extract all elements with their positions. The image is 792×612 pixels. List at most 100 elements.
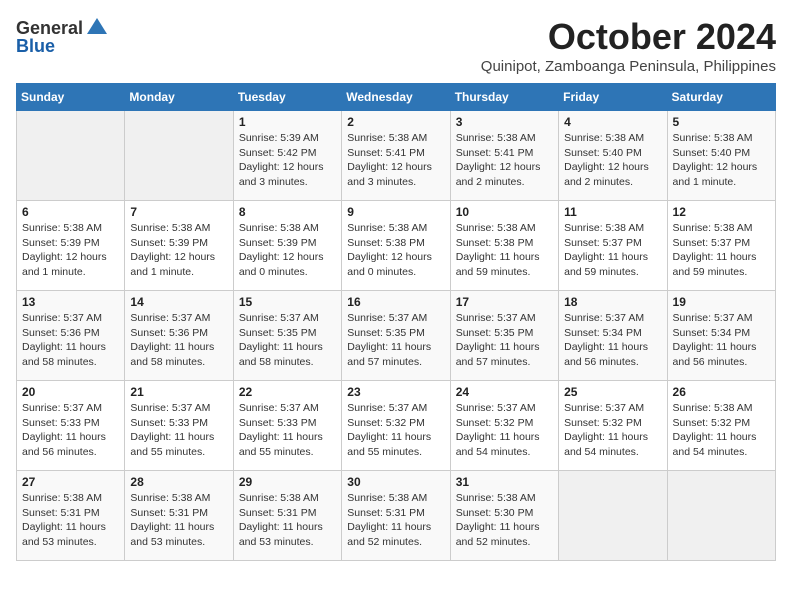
day-number: 2	[347, 115, 444, 129]
calendar-header-row: SundayMondayTuesdayWednesdayThursdayFrid…	[17, 84, 776, 111]
day-detail: Sunrise: 5:38 AMSunset: 5:39 PMDaylight:…	[130, 221, 227, 280]
day-detail: Sunrise: 5:37 AMSunset: 5:35 PMDaylight:…	[456, 311, 553, 370]
day-detail: Sunrise: 5:38 AMSunset: 5:32 PMDaylight:…	[673, 401, 770, 460]
calendar-cell: 3Sunrise: 5:38 AMSunset: 5:41 PMDaylight…	[450, 111, 558, 201]
day-detail: Sunrise: 5:37 AMSunset: 5:34 PMDaylight:…	[564, 311, 661, 370]
calendar-cell: 6 Sunrise: 5:38 AMSunset: 5:39 PMDaylight…	[17, 201, 125, 291]
day-number: 23	[347, 385, 444, 399]
calendar-day-header: Tuesday	[233, 84, 341, 111]
day-number: 16	[347, 295, 444, 309]
calendar-day-header: Saturday	[667, 84, 775, 111]
day-detail: Sunrise: 5:38 AMSunset: 5:37 PMDaylight:…	[564, 221, 661, 280]
page-header: General Blue October 2024 Quinipot, Zamb…	[16, 16, 776, 75]
calendar-cell: 17 Sunrise: 5:37 AMSunset: 5:35 PMDayligh…	[450, 291, 558, 381]
calendar-cell: 31Sunrise: 5:38 AMSunset: 5:30 PMDayligh…	[450, 471, 558, 561]
calendar-cell: 7 Sunrise: 5:38 AMSunset: 5:39 PMDaylight…	[125, 201, 233, 291]
calendar-day-header: Wednesday	[342, 84, 450, 111]
calendar-cell: 12 Sunrise: 5:38 AMSunset: 5:37 PMDayligh…	[667, 201, 775, 291]
day-number: 26	[673, 385, 770, 399]
calendar-cell: 1 Sunrise: 5:39 AMSunset: 5:42 PMDaylight…	[233, 111, 341, 201]
calendar-day-header: Monday	[125, 84, 233, 111]
calendar-cell: 27 Sunrise: 5:38 AMSunset: 5:31 PMDayligh…	[17, 471, 125, 561]
day-detail: Sunrise: 5:38 AMSunset: 5:31 PMDaylight:…	[130, 491, 227, 550]
day-detail: Sunrise: 5:38 AMSunset: 5:41 PMDaylight:…	[347, 131, 444, 190]
calendar-cell: 13Sunrise: 5:37 AMSunset: 5:36 PMDayligh…	[17, 291, 125, 381]
day-detail: Sunrise: 5:38 AMSunset: 5:40 PMDaylight:…	[673, 131, 770, 190]
day-detail: Sunrise: 5:37 AMSunset: 5:32 PMDaylight:…	[456, 401, 553, 460]
logo: General Blue	[16, 16, 109, 57]
calendar-cell: 26 Sunrise: 5:38 AMSunset: 5:32 PMDayligh…	[667, 381, 775, 471]
day-number: 25	[564, 385, 661, 399]
day-detail: Sunrise: 5:37 AMSunset: 5:34 PMDaylight:…	[673, 311, 770, 370]
day-number: 10	[456, 205, 553, 219]
day-number: 6	[22, 205, 119, 219]
day-detail: Sunrise: 5:38 AMSunset: 5:30 PMDaylight:…	[456, 491, 553, 550]
day-detail: Sunrise: 5:38 AMSunset: 5:41 PMDaylight:…	[456, 131, 553, 190]
day-detail: Sunrise: 5:38 AMSunset: 5:31 PMDaylight:…	[347, 491, 444, 550]
calendar-day-header: Sunday	[17, 84, 125, 111]
day-number: 4	[564, 115, 661, 129]
day-detail: Sunrise: 5:37 AMSunset: 5:32 PMDaylight:…	[347, 401, 444, 460]
calendar-cell: 22 Sunrise: 5:37 AMSunset: 5:33 PMDayligh…	[233, 381, 341, 471]
calendar-week-row: 20Sunrise: 5:37 AMSunset: 5:33 PMDayligh…	[17, 381, 776, 471]
day-detail: Sunrise: 5:39 AMSunset: 5:42 PMDaylight:…	[239, 131, 336, 190]
calendar-cell: 23 Sunrise: 5:37 AMSunset: 5:32 PMDayligh…	[342, 381, 450, 471]
day-number: 29	[239, 475, 336, 489]
day-number: 19	[673, 295, 770, 309]
calendar-cell: 16 Sunrise: 5:37 AMSunset: 5:35 PMDayligh…	[342, 291, 450, 381]
calendar-week-row: 1 Sunrise: 5:39 AMSunset: 5:42 PMDaylight…	[17, 111, 776, 201]
calendar-cell: 14 Sunrise: 5:37 AMSunset: 5:36 PMDayligh…	[125, 291, 233, 381]
calendar-cell: 11Sunrise: 5:38 AMSunset: 5:37 PMDayligh…	[559, 201, 667, 291]
logo-icon	[85, 16, 109, 40]
calendar-cell	[17, 111, 125, 201]
calendar-cell: 18Sunrise: 5:37 AMSunset: 5:34 PMDayligh…	[559, 291, 667, 381]
calendar-table: SundayMondayTuesdayWednesdayThursdayFrid…	[16, 83, 776, 561]
calendar-cell: 19 Sunrise: 5:37 AMSunset: 5:34 PMDayligh…	[667, 291, 775, 381]
day-number: 12	[673, 205, 770, 219]
day-number: 13	[22, 295, 119, 309]
calendar-cell: 8 Sunrise: 5:38 AMSunset: 5:39 PMDaylight…	[233, 201, 341, 291]
calendar-cell: 5 Sunrise: 5:38 AMSunset: 5:40 PMDaylight…	[667, 111, 775, 201]
day-number: 15	[239, 295, 336, 309]
day-detail: Sunrise: 5:38 AMSunset: 5:39 PMDaylight:…	[22, 221, 119, 280]
day-detail: Sunrise: 5:37 AMSunset: 5:33 PMDaylight:…	[239, 401, 336, 460]
day-number: 1	[239, 115, 336, 129]
day-detail: Sunrise: 5:38 AMSunset: 5:40 PMDaylight:…	[564, 131, 661, 190]
day-detail: Sunrise: 5:38 AMSunset: 5:37 PMDaylight:…	[673, 221, 770, 280]
calendar-cell: 20Sunrise: 5:37 AMSunset: 5:33 PMDayligh…	[17, 381, 125, 471]
day-number: 8	[239, 205, 336, 219]
calendar-cell: 25Sunrise: 5:37 AMSunset: 5:32 PMDayligh…	[559, 381, 667, 471]
calendar-week-row: 13 Sunrise: 5:37 AMSunset: 5:36 PMDayligh…	[17, 291, 776, 381]
day-number: 7	[130, 205, 227, 219]
day-number: 27	[22, 475, 119, 489]
calendar-week-row: 6 Sunrise: 5:38 AMSunset: 5:39 PMDaylight…	[17, 201, 776, 291]
day-detail: Sunrise: 5:37 AMSunset: 5:33 PMDaylight:…	[22, 401, 119, 460]
day-number: 9	[347, 205, 444, 219]
day-detail: Sunrise: 5:38 AMSunset: 5:38 PMDaylight:…	[456, 221, 553, 280]
calendar-cell: 9 Sunrise: 5:38 AMSunset: 5:38 PMDaylight…	[342, 201, 450, 291]
day-number: 5	[673, 115, 770, 129]
day-number: 22	[239, 385, 336, 399]
calendar-cell: 30 Sunrise: 5:38 AMSunset: 5:31 PMDayligh…	[342, 471, 450, 561]
day-detail: Sunrise: 5:37 AMSunset: 5:35 PMDaylight:…	[347, 311, 444, 370]
day-detail: Sunrise: 5:38 AMSunset: 5:38 PMDaylight:…	[347, 221, 444, 280]
logo-blue-text: Blue	[16, 36, 55, 57]
day-detail: Sunrise: 5:38 AMSunset: 5:39 PMDaylight:…	[239, 221, 336, 280]
day-number: 17	[456, 295, 553, 309]
day-detail: Sunrise: 5:37 AMSunset: 5:36 PMDaylight:…	[130, 311, 227, 370]
calendar-cell: 24Sunrise: 5:37 AMSunset: 5:32 PMDayligh…	[450, 381, 558, 471]
day-detail: Sunrise: 5:38 AMSunset: 5:31 PMDaylight:…	[239, 491, 336, 550]
calendar-cell: 15Sunrise: 5:37 AMSunset: 5:35 PMDayligh…	[233, 291, 341, 381]
calendar-cell	[559, 471, 667, 561]
day-number: 30	[347, 475, 444, 489]
day-number: 28	[130, 475, 227, 489]
calendar-week-row: 27 Sunrise: 5:38 AMSunset: 5:31 PMDayligh…	[17, 471, 776, 561]
calendar-day-header: Friday	[559, 84, 667, 111]
day-number: 14	[130, 295, 227, 309]
title-block: October 2024 Quinipot, Zamboanga Peninsu…	[481, 16, 776, 75]
calendar-cell: 4 Sunrise: 5:38 AMSunset: 5:40 PMDaylight…	[559, 111, 667, 201]
calendar-cell: 10 Sunrise: 5:38 AMSunset: 5:38 PMDayligh…	[450, 201, 558, 291]
month-title: October 2024	[481, 16, 776, 58]
calendar-cell: 29 Sunrise: 5:38 AMSunset: 5:31 PMDayligh…	[233, 471, 341, 561]
day-detail: Sunrise: 5:38 AMSunset: 5:31 PMDaylight:…	[22, 491, 119, 550]
